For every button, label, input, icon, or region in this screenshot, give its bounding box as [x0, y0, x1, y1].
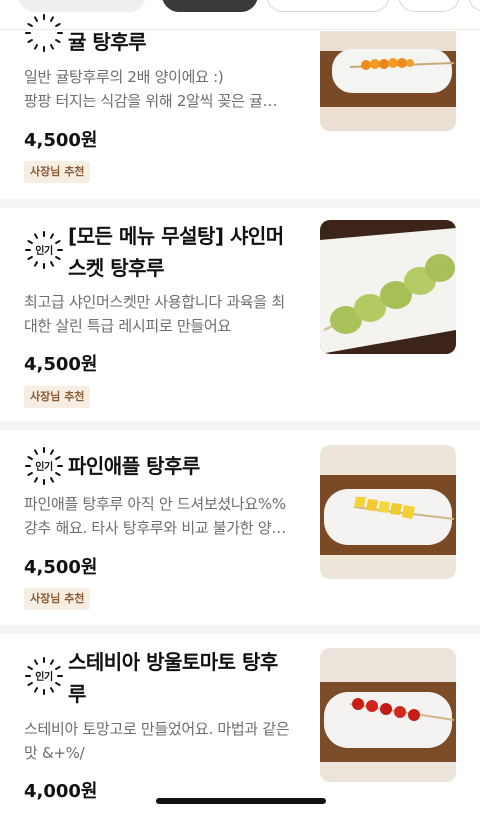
- menu-item-name: [모든 메뉴 무설탕] 샤인머 스켓 탕후루: [68, 224, 284, 280]
- menu-item-shine-muscat[interactable]: 인기 [모든 메뉴 무설탕] 샤인머 스켓 탕후루 최고급 샤인머스켓만 사용합…: [0, 208, 480, 421]
- menu-item-price: 4,000원: [24, 781, 98, 802]
- item-divider: [0, 199, 480, 208]
- menu-item-image-cherry-tomato: [320, 648, 456, 782]
- menu-item-description: 파인애플 탕후루 아직 안 드셔보셨나요%% 강추 해요. 타사 탕후루와 비교…: [24, 495, 286, 537]
- category-chip[interactable]: [468, 0, 480, 12]
- menu-item-price: 4,500원: [24, 354, 98, 375]
- menu-item-description: 스테비아 토망고로 만들었어요. 마법과 같은 맛 &+%/: [24, 720, 290, 762]
- popular-badge-label: 인기: [35, 462, 53, 473]
- menu-item-image-shine-muscat: [320, 220, 456, 354]
- owner-recommend-tag: 사장님 추천: [24, 588, 91, 610]
- menu-item-image-pineapple: [320, 445, 456, 579]
- menu-item-cherry-tomato[interactable]: 인기 스테비아 방울토마토 탕후 루 스테비아 토망고로 만들었어요. 마법과 …: [0, 634, 480, 815]
- item-divider: [0, 625, 480, 634]
- category-chip[interactable]: [266, 0, 390, 12]
- menu-item-tangerine[interactable]: 귤 탕후루 일반 귤탕후루의 2배 양이에요 :) 팡팡 터지는 식감을 위해 …: [0, 14, 480, 199]
- owner-recommend-tag: 사장님 추천: [24, 386, 91, 408]
- popular-badge-label: 인기: [35, 246, 53, 257]
- menu-item-price: 4,500원: [24, 130, 98, 151]
- popular-badge-label: 인기: [35, 672, 53, 683]
- menu-item-image-tangerine: [320, 31, 456, 131]
- menu-item-name: 스테비아 방울토마토 탕후 루: [68, 650, 278, 706]
- popular-badge: 인기: [24, 656, 64, 696]
- category-chip[interactable]: [398, 0, 460, 12]
- home-indicator[interactable]: [156, 798, 326, 804]
- menu-item-price: 4,500원: [24, 557, 98, 578]
- item-divider: [0, 421, 480, 430]
- menu-item-pineapple[interactable]: 인기 파인애플 탕후루 파인애플 탕후루 아직 안 드셔보셨나요%% 강추 해요…: [0, 430, 480, 625]
- sunburst-badge-icon: [25, 14, 63, 52]
- category-chip[interactable]: [18, 0, 146, 12]
- popular-badge: 인기: [24, 230, 64, 270]
- popular-badge: 인기: [24, 446, 64, 486]
- menu-item-description: 일반 귤탕후루의 2배 양이에요 :) 팡팡 터지는 식감을 위해 2알씩 꽂은…: [24, 68, 278, 110]
- popular-badge: [24, 13, 64, 53]
- menu-item-name: 귤 탕후루: [68, 30, 147, 54]
- menu-item-name: 파인애플 탕후루: [68, 454, 200, 478]
- category-chip-selected[interactable]: [162, 0, 258, 12]
- menu-item-description: 최고급 샤인머스켓만 사용합니다 과육을 최 대한 살린 특급 레시피로 만들어…: [24, 293, 285, 335]
- owner-recommend-tag: 사장님 추천: [24, 161, 91, 183]
